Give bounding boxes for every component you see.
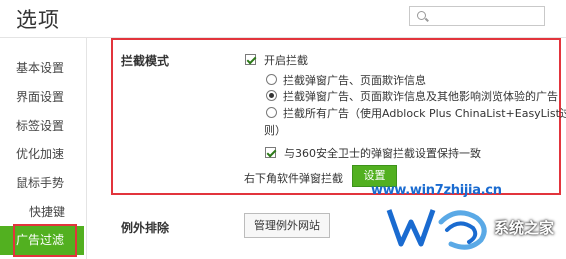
sidebar-item-shortcuts[interactable]: 快捷键 [0,198,84,227]
sidebar-item-acceleration[interactable]: 优化加速 [0,140,84,169]
manage-exceptions-button[interactable]: 管理例外网站 [244,213,330,238]
sync-360-checkbox[interactable] [265,147,276,158]
option-block-all-label-line1: 拦截所有广告（使用Adblock Plus ChinaList+EasyList… [283,107,566,120]
watermark-url: www.win7zhijia.cn [371,183,502,198]
active-item-highlight [13,224,77,257]
enable-blocking-label: 开启拦截 [264,54,308,67]
option-block-all-label-line2: 则） [264,124,286,137]
exceptions-label: 例外排除 [121,221,170,235]
option-popup-fraud-other-radio[interactable] [266,90,277,101]
sidebar-item-basic[interactable]: 基本设置 [0,54,84,83]
search-icon [417,11,426,20]
page-title: 选项 [16,8,60,32]
sidebar-item-interface[interactable]: 界面设置 [0,83,84,112]
option-block-all-radio[interactable] [266,107,277,118]
sidebar-item-mouse-gestures[interactable]: 鼠标手势 [0,169,84,198]
option-popup-fraud-other-label: 拦截弹窗广告、页面欺诈信息及其他影响浏览体验的广告 [283,90,558,103]
watermark-site-name: 系统之家 [494,219,555,237]
search-input[interactable] [409,6,545,26]
sidebar-item-tabs[interactable]: 标签设置 [0,112,84,141]
watermark-logo [385,208,487,250]
sync-360-label: 与360安全卫士的弹窗拦截设置保持一致 [284,147,481,160]
corner-popup-label: 右下角软件弹窗拦截 [244,172,343,185]
option-popup-fraud-label: 拦截弹窗广告、页面欺诈信息 [283,74,426,87]
enable-blocking-checkbox[interactable] [245,54,256,65]
option-popup-fraud-radio[interactable] [266,74,277,85]
sidebar-divider [86,38,87,259]
blocking-mode-label: 拦截模式 [121,54,170,68]
